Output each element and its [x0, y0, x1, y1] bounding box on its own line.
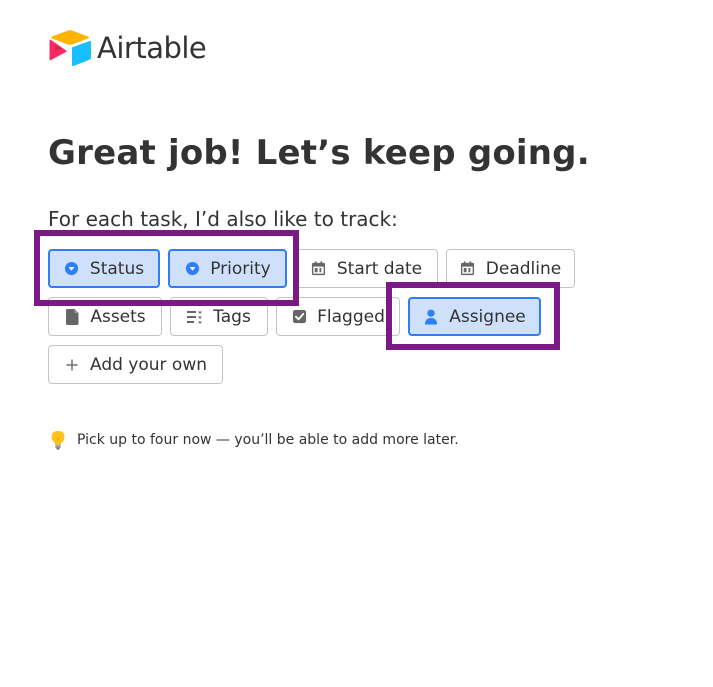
checkbox-icon	[291, 309, 307, 325]
document-icon	[64, 308, 80, 325]
page-title: Great job! Let’s keep going.	[48, 133, 590, 173]
single-select-icon	[184, 261, 200, 277]
option-label: Status	[89, 258, 145, 279]
option-label: Priority	[210, 258, 271, 279]
multi-select-icon	[187, 309, 203, 325]
option-assets-button[interactable]: Assets	[48, 297, 162, 336]
option-label: Add your own	[89, 354, 208, 375]
onboarding-page: Airtable Great job! Let’s keep going. Fo…	[0, 0, 713, 687]
option-flagged-button[interactable]: Flagged	[276, 297, 400, 336]
logo-text: Airtable	[97, 31, 207, 65]
add-your-own-button[interactable]: Add your own	[48, 345, 223, 384]
option-label: Flagged	[317, 306, 385, 327]
option-deadline-button[interactable]: Deadline	[446, 249, 575, 288]
option-status-button[interactable]: Status	[48, 249, 160, 288]
airtable-logo: Airtable	[48, 29, 207, 67]
option-label: Deadline	[485, 258, 562, 279]
calendar-icon	[460, 261, 476, 277]
plus-icon	[64, 357, 80, 373]
person-icon	[423, 309, 439, 325]
option-tags-button[interactable]: Tags	[170, 297, 268, 336]
option-label: Tags	[213, 306, 251, 327]
calendar-icon	[311, 261, 327, 277]
lightbulb-icon	[51, 431, 65, 450]
option-label: Start date	[336, 258, 423, 279]
option-label: Assets	[90, 306, 146, 327]
option-start-date-button[interactable]: Start date	[295, 249, 438, 288]
page-subtitle: For each task, I’d also like to track:	[48, 207, 398, 231]
airtable-logo-icon	[49, 30, 91, 67]
single-select-icon	[64, 261, 80, 277]
tip-text: Pick up to four now — you’ll be able to …	[77, 432, 459, 448]
option-priority-button[interactable]: Priority	[168, 249, 287, 288]
tip-message: Pick up to four now — you’ll be able to …	[50, 430, 459, 450]
option-assignee-button[interactable]: Assignee	[408, 297, 541, 336]
option-label: Assignee	[449, 306, 526, 327]
